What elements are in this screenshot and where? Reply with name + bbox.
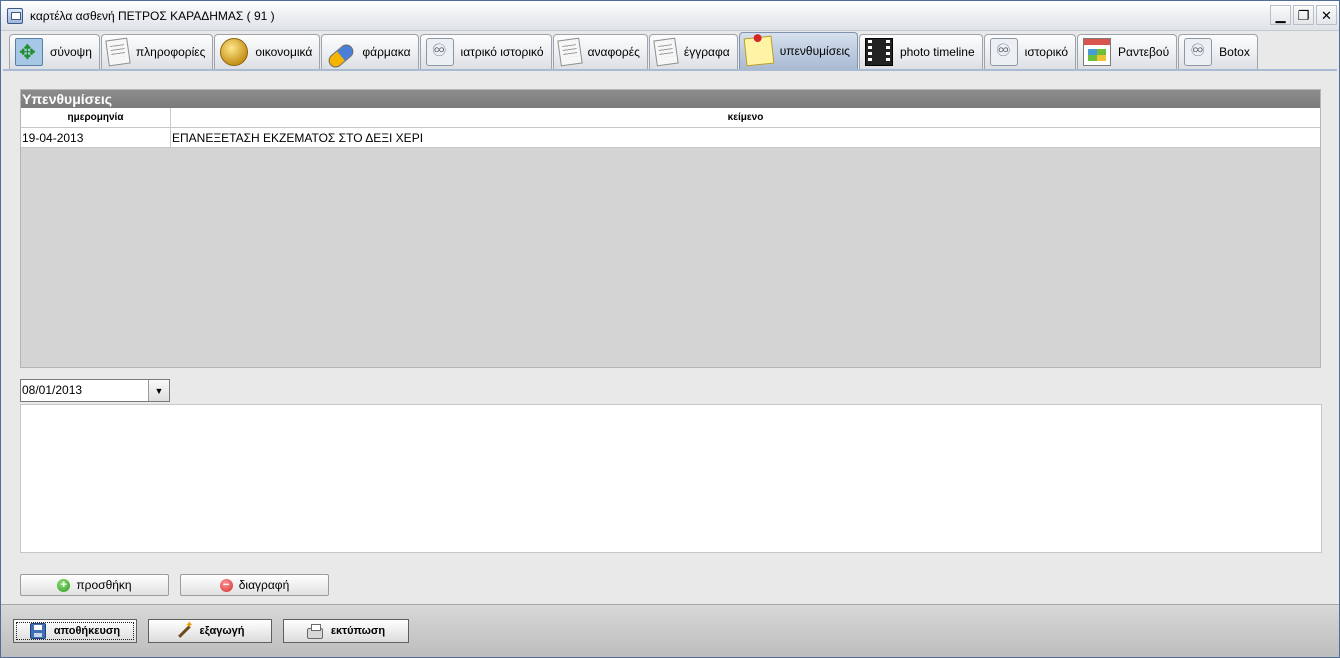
tab-reminders[interactable]: υπενθυμίσεις bbox=[738, 32, 858, 69]
tab-history[interactable]: ιστορικό bbox=[983, 34, 1076, 69]
tab-info[interactable]: πληροφορίες bbox=[100, 34, 214, 69]
tab-reports[interactable]: αναφορές bbox=[552, 34, 648, 69]
tab-label: Botox bbox=[1219, 45, 1250, 59]
magic-wand-icon bbox=[176, 620, 193, 639]
tab-documents[interactable]: έγγραφα bbox=[648, 34, 738, 69]
print-label: εκτύπωση bbox=[330, 625, 386, 637]
tab-label: πληροφορίες bbox=[135, 45, 206, 59]
close-button[interactable]: ✕ bbox=[1316, 5, 1337, 25]
delete-reminder-button[interactable]: − διαγραφή bbox=[180, 574, 329, 596]
reminder-date-cell: 19-04-2013 bbox=[21, 128, 171, 147]
minimize-button[interactable]: ▁ bbox=[1270, 5, 1291, 25]
tab-label: υπενθυμίσεις bbox=[779, 44, 850, 58]
reminders-panel: Υπενθυμίσεις ημερομηνία κείμενο 19-04-20… bbox=[20, 89, 1321, 368]
tab-appointments[interactable]: Ραντεβού bbox=[1077, 34, 1178, 69]
tab-financials[interactable]: οικονομικά bbox=[214, 34, 321, 69]
tab-label: photo timeline bbox=[899, 45, 975, 59]
save-label: αποθήκευση bbox=[53, 625, 121, 637]
window-controls: ▁ ❐ ✕ bbox=[1270, 5, 1337, 25]
tab-label: έγγραφα bbox=[683, 45, 730, 59]
column-header-text[interactable]: κείμενο bbox=[171, 108, 1320, 127]
tab-underline bbox=[3, 69, 1337, 71]
tab-bar: σύνοψη πληροφορίες οικονομικά φάρμακα ια… bbox=[9, 32, 1259, 70]
export-button[interactable]: εξαγωγή bbox=[148, 619, 272, 643]
overview-icon bbox=[15, 38, 43, 66]
floppy-disk-icon bbox=[29, 623, 46, 639]
stethoscope-icon bbox=[425, 38, 454, 66]
tab-label: ιατρικό ιστορικό bbox=[460, 45, 544, 59]
printer-icon bbox=[306, 623, 323, 639]
add-reminder-label: προσθήκη bbox=[76, 578, 132, 592]
film-icon bbox=[864, 38, 893, 66]
stethoscope-icon bbox=[1184, 38, 1213, 66]
tab-medication[interactable]: φάρμακα bbox=[321, 34, 419, 70]
tab-botox[interactable]: Botox bbox=[1178, 34, 1258, 69]
calendar-icon bbox=[1083, 38, 1111, 66]
delete-reminder-label: διαγραφή bbox=[238, 578, 290, 592]
window-title: καρτέλα ασθενή ΠΕΤΡΟΣ ΚΑΡΑΔΗΜΑΣ ( 91 ) bbox=[30, 9, 275, 23]
info-document-icon bbox=[105, 37, 131, 67]
add-icon: + bbox=[57, 578, 71, 592]
coins-icon bbox=[220, 38, 249, 66]
chevron-down-icon[interactable]: ▼ bbox=[148, 380, 169, 401]
patient-card-window: καρτέλα ασθενή ΠΕΤΡΟΣ ΚΑΡΑΔΗΜΑΣ ( 91 ) ▁… bbox=[0, 0, 1340, 658]
export-label: εξαγωγή bbox=[199, 625, 245, 637]
document-icon bbox=[653, 37, 679, 67]
sticky-note-icon bbox=[743, 35, 775, 67]
tab-medical-history[interactable]: ιατρικό ιστορικό bbox=[419, 34, 552, 69]
date-picker-value[interactable]: 08/01/2013 bbox=[21, 380, 148, 401]
tab-photo-timeline[interactable]: photo timeline bbox=[858, 34, 983, 69]
stethoscope-icon bbox=[989, 38, 1018, 66]
tab-label: φάρμακα bbox=[362, 45, 411, 59]
table-row[interactable]: 19-04-2013 ΕΠΑΝΕΞΕΤΑΣΗ ΕΚΖΕΜΑΤΟΣ ΣΤΟ ΔΕΞ… bbox=[21, 128, 1320, 148]
add-reminder-button[interactable]: + προσθήκη bbox=[20, 574, 169, 596]
tab-label: σύνοψη bbox=[50, 45, 92, 59]
app-icon bbox=[7, 8, 23, 24]
reminder-date-picker[interactable]: 08/01/2013 ▼ bbox=[20, 379, 170, 402]
reminders-grid-header: ημερομηνία κείμενο bbox=[21, 108, 1320, 128]
tab-label: αναφορές bbox=[587, 45, 640, 59]
reminder-text-input[interactable] bbox=[20, 404, 1322, 553]
reminder-text-cell: ΕΠΑΝΕΞΕΤΑΣΗ ΕΚΖΕΜΑΤΟΣ ΣΤΟ ΔΕΞΙ ΧΕΡΙ bbox=[172, 130, 424, 145]
tab-label: Ραντεβού bbox=[1118, 45, 1170, 59]
save-button[interactable]: αποθήκευση bbox=[13, 619, 137, 643]
delete-icon: − bbox=[219, 578, 233, 592]
reminders-title: Υπενθυμίσεις bbox=[21, 90, 1320, 108]
column-header-date[interactable]: ημερομηνία bbox=[21, 108, 171, 127]
title-bar[interactable]: καρτέλα ασθενή ΠΕΤΡΟΣ ΚΑΡΑΔΗΜΑΣ ( 91 ) ▁… bbox=[1, 1, 1339, 31]
tab-label: οικονομικά bbox=[255, 45, 313, 59]
print-button[interactable]: εκτύπωση bbox=[283, 619, 409, 643]
pill-icon bbox=[326, 41, 357, 70]
report-icon bbox=[556, 37, 583, 67]
restore-button[interactable]: ❐ bbox=[1293, 5, 1314, 25]
tab-label: ιστορικό bbox=[1024, 45, 1068, 59]
footer-toolbar: αποθήκευση εξαγωγή εκτύπωση bbox=[1, 604, 1339, 657]
tab-overview[interactable]: σύνοψη bbox=[9, 34, 100, 69]
